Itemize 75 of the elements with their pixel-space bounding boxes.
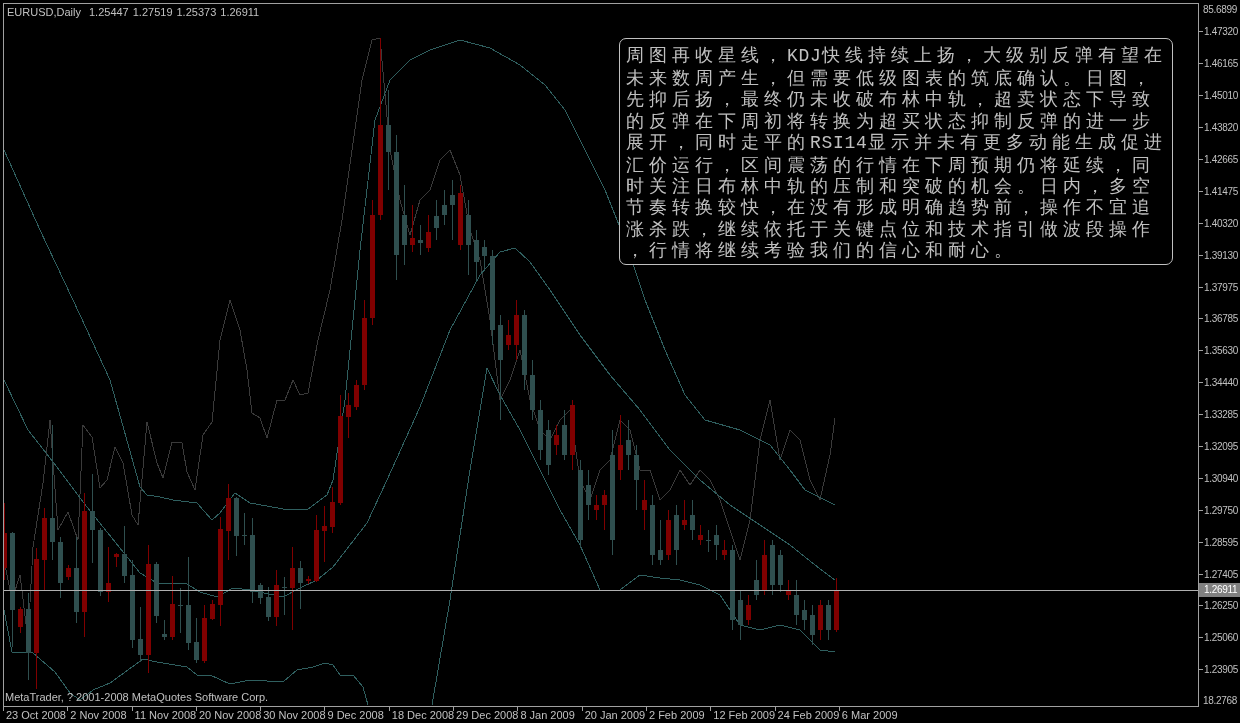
price-label: 1.39130 xyxy=(1204,248,1239,262)
indicator-scale-label: 18.2768 xyxy=(1203,693,1238,707)
price-label: 1.47320 xyxy=(1204,25,1239,39)
bullish-candle xyxy=(354,380,359,410)
price-label: 1.40320 xyxy=(1204,216,1239,230)
price-label: 1.36785 xyxy=(1204,312,1239,326)
bullish-candle xyxy=(746,595,751,625)
price-label: 1.35630 xyxy=(1204,344,1239,358)
price-label: 1.28595 xyxy=(1204,535,1239,549)
bearish-candle xyxy=(138,607,143,662)
bearish-candle xyxy=(98,528,103,596)
ohlc-value: 1.26911 xyxy=(220,5,260,19)
date-label: 2 Nov 2008 xyxy=(70,709,127,722)
bullish-candle xyxy=(834,578,839,632)
price-label: 1.37975 xyxy=(1204,280,1239,294)
date-label: 12 Feb 2009 xyxy=(713,709,776,722)
bearish-candle xyxy=(194,618,199,663)
bearish-candle xyxy=(162,620,167,640)
date-label: 20 Nov 2008 xyxy=(198,709,262,722)
bearish-candle xyxy=(778,550,783,592)
date-label: 6 Mar 2009 xyxy=(841,709,898,722)
price-label: 1.25060 xyxy=(1204,631,1239,645)
price-label: 1.34440 xyxy=(1204,376,1239,390)
bullish-candle xyxy=(170,576,175,640)
symbol-label: EURUSD,Daily xyxy=(7,5,81,19)
bearish-candle xyxy=(154,562,159,623)
bearish-candle xyxy=(802,600,807,630)
price-label: 1.26250 xyxy=(1204,599,1239,613)
bullish-candle xyxy=(18,607,23,633)
bullish-candle xyxy=(210,600,215,620)
bearish-candle xyxy=(258,583,263,604)
date-label: 20 Jan 2009 xyxy=(584,709,646,722)
bullish-candle xyxy=(458,185,463,250)
bearish-candle xyxy=(234,497,239,556)
bullish-candle xyxy=(66,565,71,580)
bearish-candle xyxy=(266,587,271,621)
current-price-tag: 1.26911 xyxy=(1199,583,1240,597)
price-label: 1.29750 xyxy=(1204,503,1239,517)
price-label: 1.43820 xyxy=(1204,121,1239,135)
bearish-candle xyxy=(810,605,815,645)
bearish-candle xyxy=(178,588,183,633)
bearish-candle xyxy=(794,580,799,625)
copyright-text: MetaTrader, ? 2001-2008 MetaQuotes Software Corp. xyxy=(5,690,269,704)
bullish-candle xyxy=(514,300,519,360)
bullish-candle xyxy=(330,487,335,533)
price-label: 1.46165 xyxy=(1204,57,1239,71)
price-label: 1.45010 xyxy=(1204,89,1239,103)
indicator-scale-label: 85.6899 xyxy=(1203,3,1238,16)
ohlc-value: 1.25373 xyxy=(176,5,217,19)
date-label: 29 Dec 2008 xyxy=(456,709,519,722)
price-label: 1.27405 xyxy=(1204,567,1239,581)
date-label: 9 Dec 2008 xyxy=(327,709,384,722)
price-label: 1.42665 xyxy=(1204,153,1239,166)
bullish-candle xyxy=(114,553,119,567)
bullish-candle xyxy=(202,605,207,663)
date-label: 23 Oct 2008 xyxy=(6,709,66,722)
price-label: 1.23905 xyxy=(1204,663,1239,677)
bearish-candle xyxy=(474,230,479,280)
date-label: 2 Feb 2009 xyxy=(648,709,705,722)
bearish-candle xyxy=(482,240,487,270)
date-label: 11 Nov 2008 xyxy=(134,709,197,722)
bullish-candle xyxy=(554,425,559,455)
bearish-candle xyxy=(738,590,743,640)
price-label: 1.33285 xyxy=(1204,408,1239,422)
date-label: 18 Dec 2008 xyxy=(391,709,455,722)
ohlc-value: 1.25447 xyxy=(88,5,129,19)
bullish-candle xyxy=(306,576,311,584)
date-label: 30 Nov 2008 xyxy=(263,709,326,722)
price-label: 1.30940 xyxy=(1204,471,1239,485)
ohlc-value: 1.27519 xyxy=(132,5,173,19)
date-label: 24 Feb 2009 xyxy=(777,709,840,722)
price-label: 1.32095 xyxy=(1204,440,1239,453)
date-label: 8 Jan 2009 xyxy=(520,709,575,722)
bullish-candle xyxy=(314,515,319,582)
price-label: 1.41475 xyxy=(1204,184,1239,198)
